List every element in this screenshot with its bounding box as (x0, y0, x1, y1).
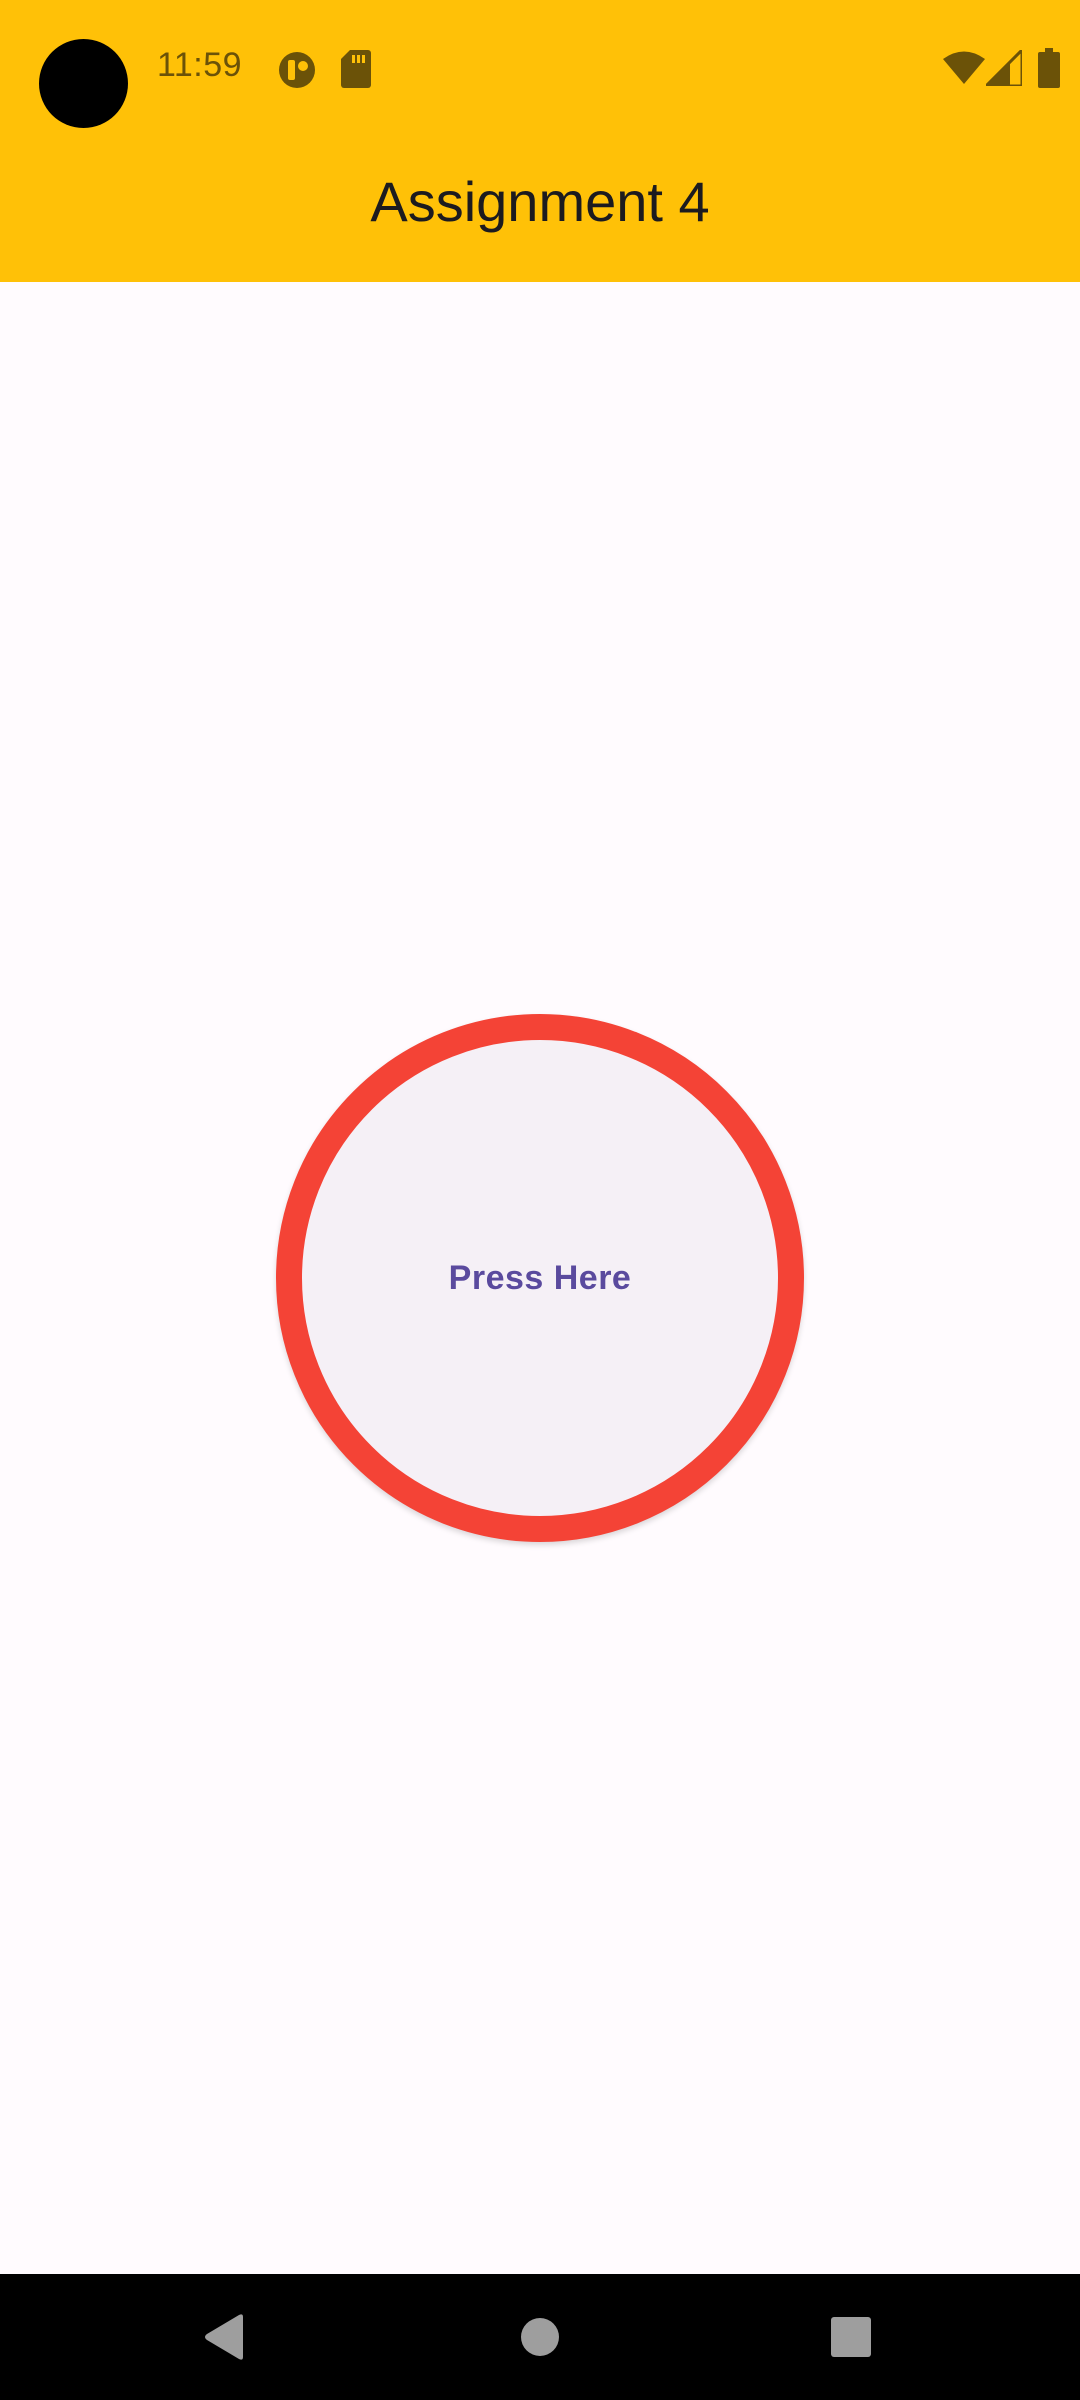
home-icon (521, 2318, 559, 2356)
recents-button[interactable] (791, 2274, 911, 2400)
home-button[interactable] (480, 2274, 600, 2400)
app-notification-icon (279, 52, 315, 88)
sd-card-icon (341, 50, 371, 88)
recents-icon (831, 2317, 871, 2357)
status-time: 11:59 (157, 46, 243, 84)
press-here-button[interactable]: Press Here (276, 1014, 804, 1542)
navigation-bar (0, 2274, 1080, 2400)
screen: 11:59 Assignment 4 Press Here (0, 0, 1080, 2400)
cell-signal-icon (986, 50, 1022, 86)
back-button[interactable] (165, 2274, 285, 2400)
back-icon (205, 2314, 243, 2360)
wifi-icon (943, 51, 985, 84)
app-title: Assignment 4 (370, 170, 710, 233)
camera-cutout (39, 39, 128, 128)
battery-icon (1038, 48, 1060, 88)
press-here-label: Press Here (448, 1258, 632, 1297)
app-bar: 11:59 Assignment 4 (0, 0, 1080, 282)
